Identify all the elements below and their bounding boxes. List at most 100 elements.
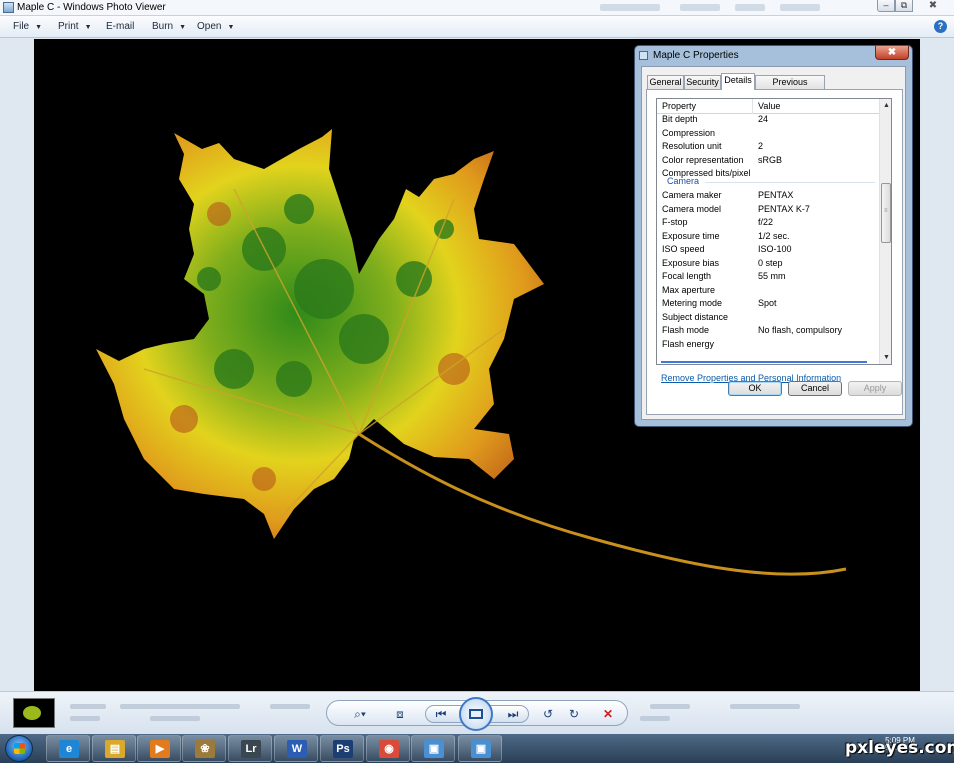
taskbar-app-photo-viewer-2[interactable]: ▣ <box>458 735 502 762</box>
property-value[interactable]: 24 <box>758 114 768 124</box>
zoom-button[interactable]: ⌕▾ <box>347 706 373 722</box>
ie-icon: e <box>59 740 79 758</box>
close-button[interactable]: ✖ <box>922 0 944 12</box>
menu-file[interactable]: File ▼ <box>13 21 42 32</box>
column-header-property[interactable]: Property <box>662 101 696 111</box>
word-icon: W <box>287 740 307 758</box>
menu-email[interactable]: E-mail <box>106 21 134 32</box>
photo-viewer-1-icon: ▣ <box>424 740 444 758</box>
photo-viewer-app-icon <box>3 2 14 13</box>
rotate-counterclockwise-button[interactable]: ↺ <box>537 706 559 722</box>
scroll-down-arrow-icon[interactable]: ▼ <box>880 351 891 364</box>
tab-previous-versions[interactable]: Previous Versions <box>755 75 825 100</box>
taskbar-app-photo-viewer-1[interactable]: ▣ <box>411 735 455 762</box>
property-row[interactable]: Flash energy <box>657 338 879 351</box>
property-row[interactable]: F-stop f/22 <box>657 216 879 229</box>
help-icon[interactable]: ? <box>934 20 947 33</box>
scroll-up-arrow-icon[interactable]: ▲ <box>880 99 891 112</box>
column-header-value[interactable]: Value <box>758 101 780 111</box>
property-value[interactable]: ISO-100 <box>758 244 792 254</box>
property-row[interactable]: Focal length 55 mm <box>657 270 879 283</box>
start-button[interactable] <box>5 735 33 762</box>
dialog-title: Maple C Properties <box>653 50 739 61</box>
blurred-info-text <box>640 716 670 721</box>
tab-details[interactable]: Details <box>721 73 755 90</box>
property-row[interactable]: Camera model PENTAX K-7 <box>657 203 879 216</box>
list-scrollbar[interactable]: ▲ ≡ ▼ <box>879 99 891 364</box>
property-row[interactable]: Resolution unit 2 <box>657 140 879 153</box>
taskbar-app-ie[interactable]: e <box>46 735 90 762</box>
chevron-down-icon: ▼ <box>179 24 187 31</box>
taskbar-app-explorer[interactable]: ▤ <box>92 735 136 762</box>
property-name: Resolution unit <box>662 141 722 151</box>
next-button[interactable]: ⏭ <box>502 706 524 722</box>
property-row[interactable]: Subject distance <box>657 311 879 324</box>
apply-button[interactable]: Apply <box>848 381 902 396</box>
playback-control-bar: ⌕▾ ⧈ ⏮ ⏭ ↺ ↻ ✕ <box>0 691 954 734</box>
property-value[interactable]: PENTAX K-7 <box>758 204 810 214</box>
taskbar-app-chrome[interactable]: ◉ <box>366 735 410 762</box>
chrome-icon: ◉ <box>379 740 399 758</box>
property-value[interactable]: Spot <box>758 298 777 308</box>
lightroom-icon: Lr <box>241 740 261 758</box>
taskbar-app-photoshop[interactable]: Ps <box>320 735 364 762</box>
property-name: Exposure bias <box>662 257 720 268</box>
paint-icon: ❀ <box>195 740 215 758</box>
blurred-info-text <box>150 716 200 721</box>
ok-button[interactable]: OK <box>728 381 782 396</box>
property-value[interactable]: 2 <box>758 141 763 151</box>
property-name: Camera model <box>662 203 722 214</box>
property-row[interactable]: Exposure bias 0 step <box>657 257 879 270</box>
property-row[interactable]: Flash mode No flash, compulsory <box>657 324 879 337</box>
blurred-info-text <box>270 704 310 709</box>
property-value[interactable]: 55 mm <box>758 271 786 281</box>
details-list[interactable]: Property Value Bit depth 24 Compression Res… <box>656 98 892 365</box>
slideshow-button[interactable] <box>459 697 493 731</box>
property-row[interactable]: ISO speed ISO-100 <box>657 243 879 256</box>
menu-email-label: E-mail <box>106 21 135 32</box>
taskbar-app-media-player[interactable]: ▶ <box>137 735 181 762</box>
property-value[interactable]: No flash, compulsory <box>758 325 842 335</box>
blurred-background-text <box>680 4 720 11</box>
window-title: Maple C - Windows Photo Viewer <box>17 2 166 13</box>
property-name: Flash mode <box>662 325 710 335</box>
property-row[interactable]: Max aperture <box>657 284 879 297</box>
menu-print[interactable]: Print ▼ <box>58 21 92 32</box>
windows-logo-icon <box>14 743 25 754</box>
menu-open[interactable]: Open ▼ <box>197 21 234 32</box>
dialog-close-button[interactable]: ✖ <box>875 46 909 60</box>
tab-security[interactable]: Security <box>684 75 721 89</box>
cancel-button[interactable]: Cancel <box>788 381 842 396</box>
explorer-icon: ▤ <box>105 740 125 758</box>
blurred-info-text <box>70 704 106 709</box>
property-value[interactable]: 1/2 sec. <box>758 231 790 241</box>
scrollbar-thumb[interactable]: ≡ <box>881 183 891 243</box>
property-row[interactable]: Color representation sRGB <box>657 154 879 167</box>
menu-burn[interactable]: Burn ▼ <box>152 21 186 32</box>
property-row[interactable]: Camera maker PENTAX <box>657 189 879 202</box>
blurred-background-text <box>780 4 820 11</box>
property-row[interactable]: Metering mode Spot <box>657 297 879 310</box>
minimize-button[interactable]: ‒ <box>877 0 895 12</box>
taskbar-app-paint[interactable]: ❀ <box>182 735 226 762</box>
maximize-button[interactable]: ⧉ <box>895 0 913 12</box>
previous-button[interactable]: ⏮ <box>430 706 452 722</box>
property-value[interactable]: PENTAX <box>758 190 793 200</box>
delete-button[interactable]: ✕ <box>597 706 619 722</box>
property-row[interactable]: Bit depth 24 <box>657 113 879 126</box>
blurred-info-text <box>730 704 800 709</box>
property-name: Compression <box>662 127 716 138</box>
property-value[interactable]: 0 step <box>758 258 783 268</box>
property-value[interactable]: f/22 <box>758 217 773 227</box>
rotate-clockwise-button[interactable]: ↻ <box>563 706 585 722</box>
tab-general[interactable]: General <box>647 75 684 89</box>
file-icon <box>639 51 648 60</box>
taskbar-app-word[interactable]: W <box>274 735 318 762</box>
actual-size-button[interactable]: ⧈ <box>389 706 411 722</box>
property-row[interactable]: Compression <box>657 127 879 140</box>
property-row[interactable]: Exposure time 1/2 sec. <box>657 230 879 243</box>
taskbar-app-lightroom[interactable]: Lr <box>228 735 272 762</box>
property-name: Camera maker <box>662 190 722 200</box>
property-value[interactable]: sRGB <box>758 155 782 165</box>
property-name: Subject distance <box>662 311 729 322</box>
